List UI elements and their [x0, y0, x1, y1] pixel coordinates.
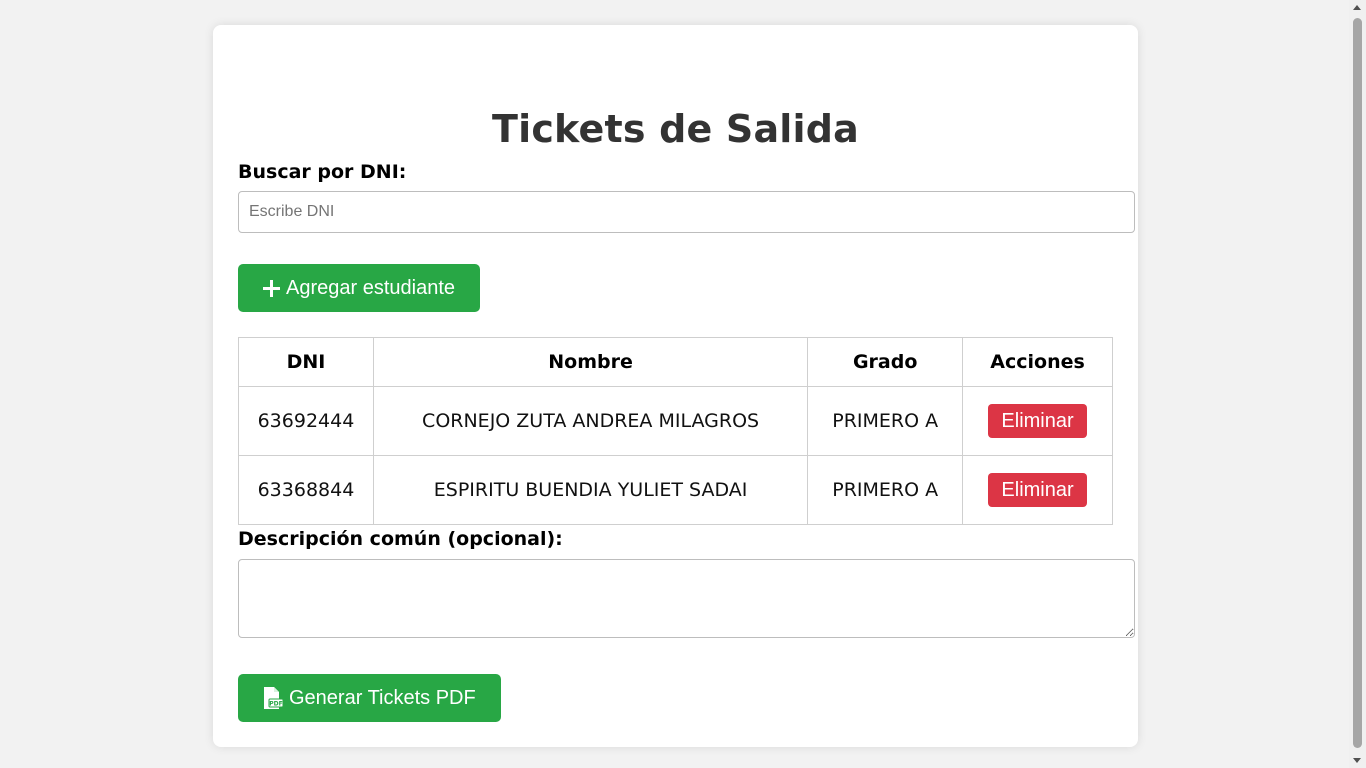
add-student-label: Agregar estudiante	[286, 276, 456, 299]
plus-icon	[263, 279, 280, 297]
column-header-grado: Grado	[807, 337, 964, 387]
cell-grado: PRIMERO A	[807, 455, 964, 525]
table-row: 63692444 CORNEJO ZUTA ANDREA MILAGROS PR…	[238, 386, 1113, 456]
delete-button[interactable]: Eliminar	[988, 404, 1087, 438]
cell-nombre: CORNEJO ZUTA ANDREA MILAGROS	[372, 386, 809, 456]
page-title: Tickets de Salida	[491, 107, 860, 151]
add-student-button[interactable]: Agregar estudiante	[238, 264, 481, 312]
students-table: DNI Nombre Grado Acciones 63692444 CORNE…	[238, 337, 1113, 525]
table-header-row: DNI Nombre Grado Acciones	[238, 337, 1113, 387]
scroll-down-arrow-icon[interactable]	[1353, 758, 1361, 763]
cell-nombre: ESPIRITU BUENDIA YULIET SADAI	[372, 455, 809, 525]
dni-search-input[interactable]	[238, 191, 1135, 233]
column-header-dni: DNI	[238, 337, 374, 387]
generate-pdf-button[interactable]: PDF Generar Tickets PDF	[238, 674, 501, 722]
cell-grado: PRIMERO A	[807, 386, 964, 456]
svg-text:PDF: PDF	[269, 701, 282, 708]
cell-dni: 63368844	[238, 455, 374, 525]
cell-dni: 63692444	[238, 386, 374, 456]
column-header-acciones: Acciones	[962, 337, 1113, 387]
description-textarea[interactable]	[238, 559, 1135, 638]
description-label: Descripción común (opcional):	[238, 528, 563, 550]
search-label: Buscar por DNI:	[238, 161, 407, 183]
delete-button[interactable]: Eliminar	[988, 473, 1087, 507]
generate-pdf-label: Generar Tickets PDF	[289, 686, 476, 709]
scrollbar-thumb[interactable]	[1353, 18, 1362, 748]
tickets-card: Tickets de Salida Buscar por DNI: Agrega…	[213, 25, 1138, 747]
column-header-nombre: Nombre	[372, 337, 809, 387]
cell-acciones: Eliminar	[962, 455, 1113, 525]
cell-acciones: Eliminar	[962, 386, 1113, 456]
table-row: 63368844 ESPIRITU BUENDIA YULIET SADAI P…	[238, 455, 1113, 525]
scroll-up-arrow-icon[interactable]	[1353, 5, 1361, 10]
page-scrollbar[interactable]	[1349, 0, 1366, 768]
pdf-file-icon: PDF	[263, 687, 283, 709]
